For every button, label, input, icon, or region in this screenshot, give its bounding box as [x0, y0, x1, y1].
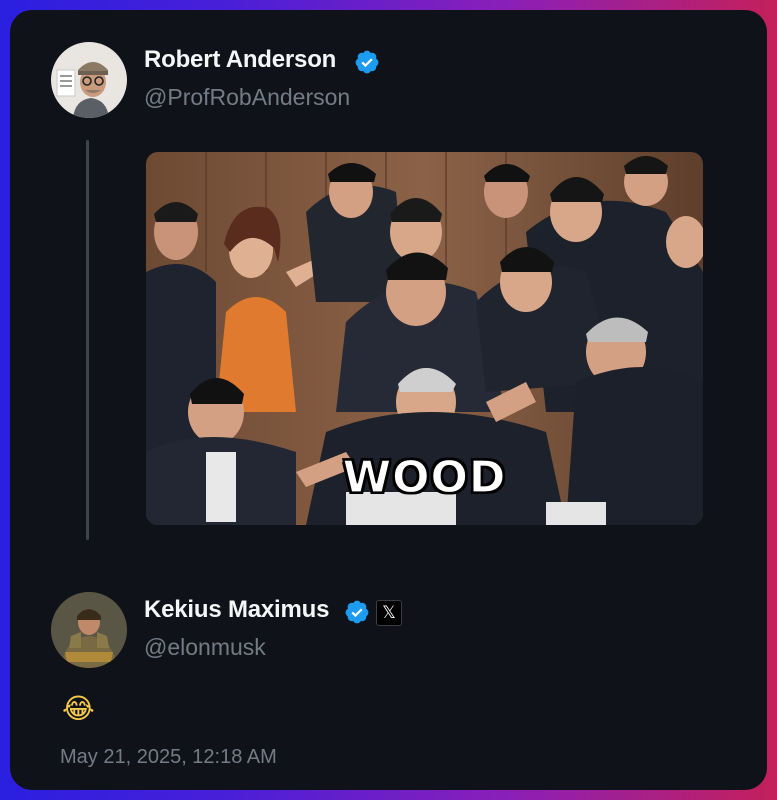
timestamp[interactable]: May 21, 2025, 12:18 AM: [60, 746, 277, 769]
tweet-media[interactable]: WOOD: [146, 152, 703, 525]
verified-badge-icon: [355, 50, 379, 74]
reply-author-name[interactable]: Kekius Maximus: [144, 596, 329, 624]
reply-avatar[interactable]: [51, 592, 127, 668]
author-name[interactable]: Robert Anderson: [144, 46, 336, 74]
author-avatar[interactable]: [51, 42, 127, 118]
avatar-photo: [51, 592, 127, 668]
author-handle[interactable]: @ProfRobAnderson: [144, 84, 350, 111]
media-caption: WOOD: [342, 451, 507, 503]
reply-author-handle[interactable]: @elonmusk: [144, 634, 266, 661]
reply-text: 😂: [62, 692, 95, 725]
quote-card: Robert Anderson @ProfRobAnderson WOOD Ke…: [10, 10, 767, 790]
x-logo-icon[interactable]: 𝕏: [376, 600, 402, 626]
verified-badge-icon: [345, 600, 369, 624]
avatar-photo: [51, 42, 127, 118]
thread-line: [86, 140, 89, 540]
